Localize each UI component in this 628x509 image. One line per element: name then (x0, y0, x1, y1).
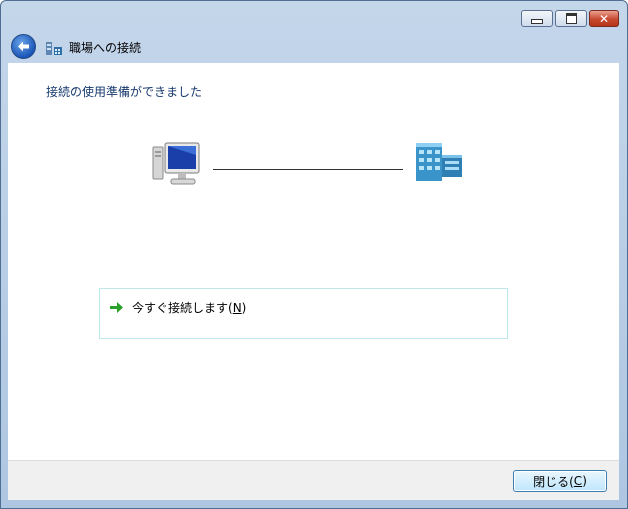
back-button[interactable] (11, 34, 36, 59)
computer-icon (152, 142, 200, 185)
minimize-icon (522, 11, 552, 26)
content-area: 接続の使用準備ができました 今すぐ接続します(N) (8, 63, 619, 460)
close-icon: ✕ (598, 11, 610, 26)
connection-line (213, 169, 403, 170)
workplace-network-icon (46, 42, 62, 55)
green-arrow-icon (110, 302, 123, 313)
window-title: 職場への接続 (69, 41, 142, 55)
maximize-button[interactable] (555, 10, 587, 27)
minimize-button[interactable] (521, 10, 553, 27)
dialog-window: ✕ 職場への接続 接続の使用準備ができました 今すぐ接続します(N) 閉じる(… (0, 0, 628, 509)
close-window-button[interactable]: ✕ (589, 10, 619, 27)
close-button[interactable]: 閉じる(C) (513, 470, 607, 492)
connect-now-label[interactable]: 今すぐ接続します(N) (132, 299, 246, 316)
page-heading: 接続の使用準備ができました (46, 85, 203, 99)
maximize-icon (556, 11, 586, 26)
back-arrow-icon (18, 41, 29, 52)
title-bar[interactable]: ✕ (1, 1, 627, 31)
server-building-icon (416, 143, 462, 181)
navigation-bar: 職場への接続 (1, 31, 627, 63)
connect-now-option[interactable]: 今すぐ接続します(N) (99, 288, 508, 339)
footer-bar: 閉じる(C) (8, 460, 619, 500)
